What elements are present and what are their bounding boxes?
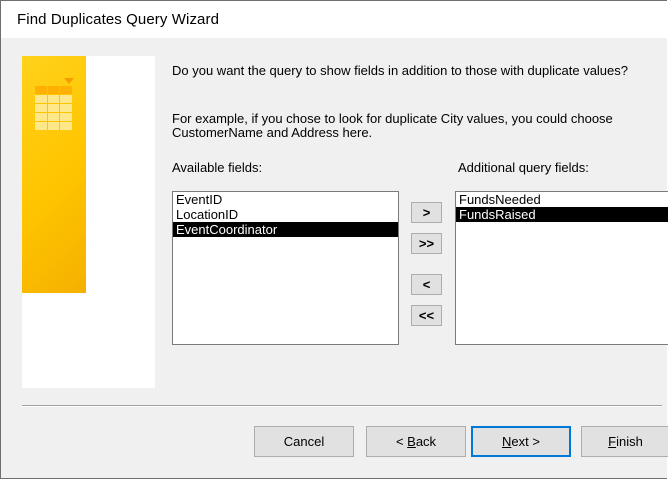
next-button-label: ext > (511, 434, 540, 449)
back-button-label: ack (415, 434, 437, 449)
title-bar: Find Duplicates Query Wizard (1, 1, 668, 38)
remove-all-fields-button[interactable]: << (411, 305, 442, 326)
list-item[interactable]: EventCoordinator (173, 222, 398, 237)
table-illustration-icon (22, 56, 86, 293)
example-text-line2: CustomerName and Address here. (172, 125, 373, 140)
list-item[interactable]: EventID (173, 192, 398, 207)
cancel-button[interactable]: Cancel (254, 426, 354, 457)
list-item[interactable]: LocationID (173, 207, 398, 222)
available-fields-label: Available fields: (172, 160, 263, 175)
grid-icon (35, 86, 72, 130)
add-field-button[interactable]: > (411, 202, 442, 223)
wizard-window: Find Duplicates Query Wizard Do you want… (0, 0, 668, 479)
separator (22, 405, 662, 407)
finish-button[interactable]: Finish (581, 426, 668, 457)
back-button[interactable]: < Back (366, 426, 466, 457)
next-button[interactable]: Next > (471, 426, 571, 457)
additional-fields-label: Additional query fields: (458, 160, 589, 175)
triangle-marker-icon (64, 78, 74, 84)
next-button-mnemonic: N (502, 434, 512, 449)
available-fields-list[interactable]: EventID LocationID EventCoordinator (172, 191, 399, 345)
finish-button-label: inish (616, 434, 643, 449)
example-text-line1: For example, if you chose to look for du… (172, 111, 613, 126)
cancel-button-label: Cancel (283, 434, 325, 449)
list-item[interactable]: FundsRaised (456, 207, 668, 222)
additional-fields-list[interactable]: FundsNeeded FundsRaised (455, 191, 668, 345)
back-button-prefix: < (395, 434, 408, 449)
remove-field-button[interactable]: < (411, 274, 442, 295)
back-button-mnemonic: B (407, 434, 416, 449)
add-all-fields-button[interactable]: >> (411, 233, 442, 254)
list-item[interactable]: FundsNeeded (456, 192, 668, 207)
wizard-question: Do you want the query to show fields in … (172, 63, 628, 78)
wizard-illustration-panel (22, 56, 155, 388)
window-title: Find Duplicates Query Wizard (17, 11, 220, 28)
finish-button-mnemonic: F (608, 434, 617, 449)
